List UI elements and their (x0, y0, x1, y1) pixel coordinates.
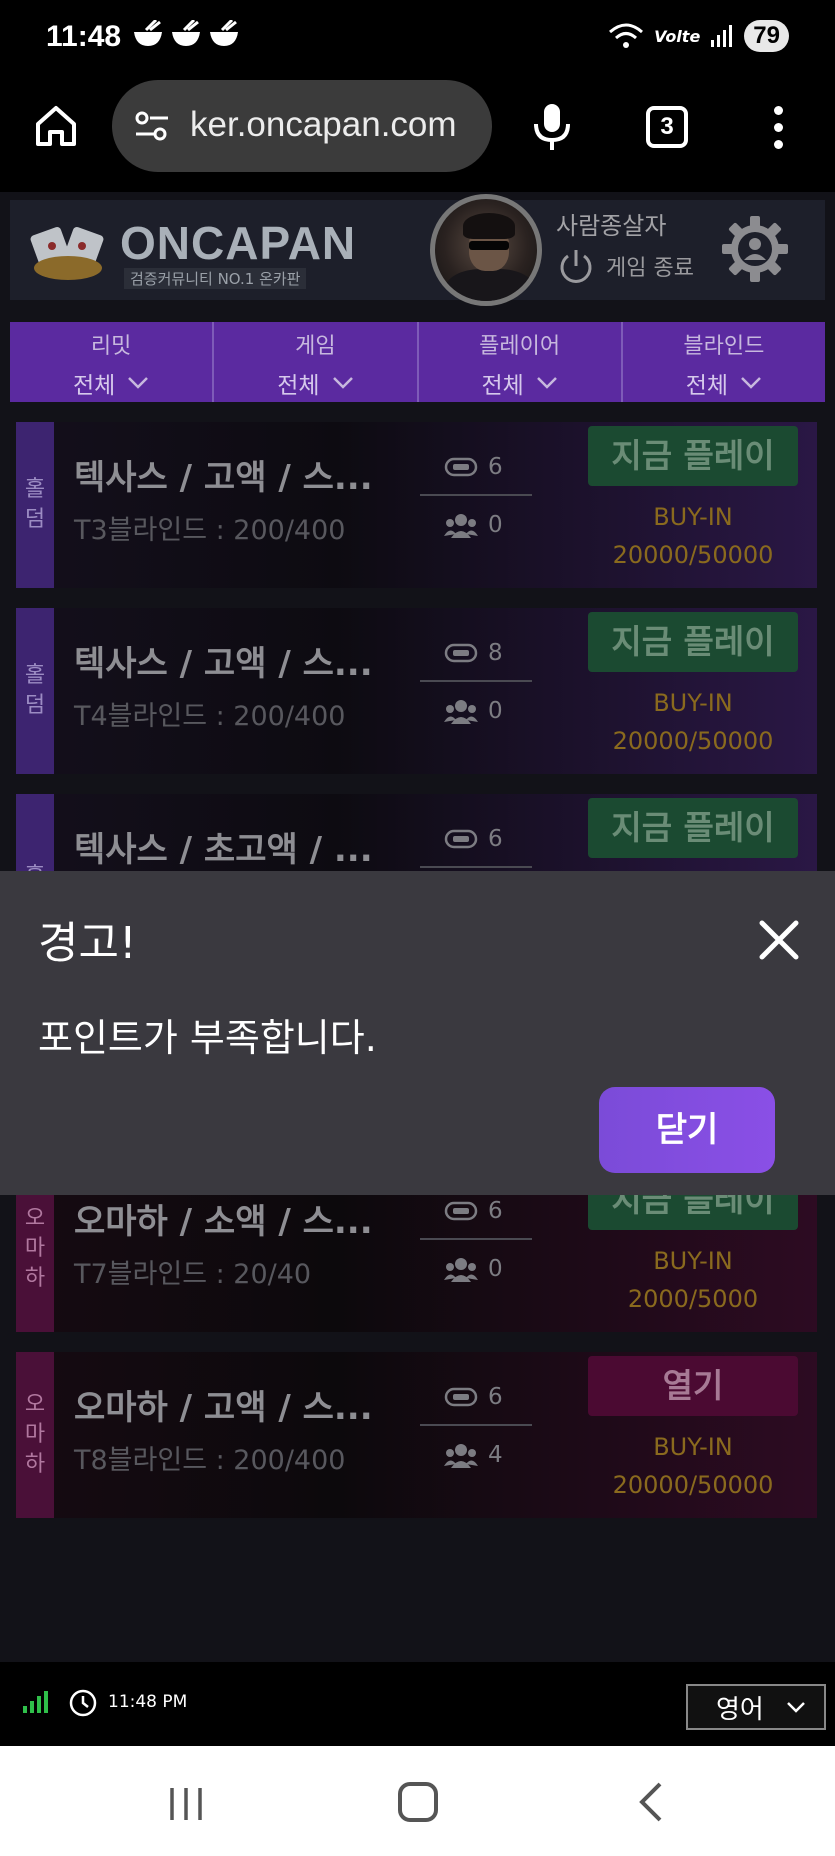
room-title: 오마하 / 소액 / 스... (74, 1202, 373, 1242)
chevron-down-icon (536, 377, 557, 389)
table-row[interactable]: 홀덤 텍사스 / 고액 / 스... T4블라인드 : 200/400 8 0 … (16, 608, 817, 774)
username: 사람종살자 (556, 212, 667, 240)
site-header: ONCAPAN 검증커뮤니티 NO.1 온카판 사람종살자 게임 종료 (10, 194, 825, 306)
clock-icon (69, 1689, 97, 1717)
alert-dialog: 경고! 포인트가 부족합니다. 닫기 (0, 871, 835, 1195)
room-title: 텍사스 / 고액 / 스... (74, 644, 373, 684)
logout-button[interactable]: 게임 종료 (556, 246, 694, 286)
cell-signal-icon (711, 25, 733, 47)
chevron-down-icon (786, 1702, 805, 1713)
buyin-info: BUY-IN 20000/50000 (612, 689, 774, 755)
chip-icon (444, 829, 478, 849)
back-icon[interactable] (638, 1782, 664, 1822)
status-time: 11:48 (46, 20, 122, 53)
gear-icon[interactable] (720, 214, 790, 284)
room-stats: 6 4 (420, 1380, 532, 1472)
play-now-button[interactable]: 지금 플레이 (588, 798, 798, 858)
site-logo[interactable]: ONCAPAN 검증커뮤니티 NO.1 온카판 (28, 216, 355, 289)
users-icon (444, 514, 478, 538)
room-title: 텍사스 / 고액 / 스... (74, 458, 373, 498)
more-menu-icon[interactable] (774, 106, 784, 157)
seat-count: 6 (488, 1384, 503, 1410)
room-stats: 8 0 (420, 636, 532, 728)
recent-apps-icon[interactable] (168, 1786, 204, 1822)
chip-icon (444, 1387, 478, 1407)
chevron-down-icon (741, 377, 761, 389)
site-footer: 11:48 PM 영어 (0, 1662, 835, 1746)
bowl-icon (134, 20, 162, 46)
dialog-message: 포인트가 부족합니다. (38, 1016, 377, 1060)
buyin-info: BUY-IN 20000/50000 (612, 503, 774, 569)
volte-indicator: Volte (654, 26, 701, 46)
footer-time: 11:48 PM (108, 1692, 188, 1712)
signal-bars-icon (23, 1691, 48, 1713)
home-nav-icon[interactable] (398, 1782, 438, 1822)
buyin-info: BUY-IN 2000/5000 (627, 1247, 759, 1313)
dialog-title: 경고! (38, 918, 137, 969)
player-count: 0 (488, 1256, 503, 1282)
bowl-icon (172, 20, 200, 46)
game-type-label: 홀덤 (16, 608, 54, 774)
users-icon (444, 1444, 478, 1468)
site-settings-icon[interactable] (132, 106, 172, 146)
status-bar: 11:48 Volte 79 (0, 0, 835, 78)
seat-count: 8 (488, 640, 503, 666)
address-bar[interactable]: ker.oncapan.com (112, 80, 492, 172)
language-select[interactable]: 영어 (686, 1684, 826, 1730)
system-nav-bar (0, 1746, 835, 1856)
home-icon[interactable] (32, 102, 80, 150)
table-row[interactable]: 홀덤 텍사스 / 고액 / 스... T3블라인드 : 200/400 6 0 … (16, 422, 817, 588)
seat-count: 6 (488, 454, 503, 480)
cards-logo-icon (30, 226, 104, 280)
room-blinds: T4블라인드 : 200/400 (74, 701, 346, 732)
seat-count: 6 (488, 1198, 503, 1224)
logo-tagline: 검증커뮤니티 NO.1 온카판 (124, 268, 307, 289)
room-blinds: T7블라인드 : 20/40 (74, 1259, 312, 1290)
chip-icon (444, 457, 478, 477)
game-type-label: 홀덤 (16, 422, 54, 588)
open-button[interactable]: 열기 (588, 1356, 798, 1416)
close-button[interactable]: 닫기 (599, 1087, 775, 1173)
play-now-button[interactable]: 지금 플레이 (588, 426, 798, 486)
close-icon[interactable] (756, 917, 802, 963)
logout-label: 게임 종료 (606, 256, 694, 281)
chip-icon (444, 1201, 478, 1221)
filter-bar: 리밋 전체 게임 전체 플레이어 전체 블라인드 전체 (10, 322, 825, 402)
game-type-label: 오마하 (16, 1352, 54, 1518)
room-title: 오마하 / 고액 / 스... (74, 1388, 373, 1428)
url-text[interactable]: ker.oncapan.com (190, 105, 480, 145)
filter-players[interactable]: 플레이어 전체 (419, 322, 623, 402)
player-count: 0 (488, 698, 503, 724)
room-blinds: T8블라인드 : 200/400 (74, 1445, 346, 1476)
notification-icons (132, 20, 240, 48)
filter-game[interactable]: 게임 전체 (214, 322, 419, 402)
battery-indicator: 79 (744, 20, 789, 52)
bowl-icon (210, 20, 238, 46)
room-stats: 6 0 (420, 450, 532, 542)
avatar[interactable] (430, 194, 542, 306)
logo-text: ONCAPAN (120, 217, 357, 269)
tab-switcher-button[interactable]: 3 (646, 106, 688, 148)
power-icon (560, 250, 592, 283)
chevron-down-icon (332, 377, 353, 389)
language-value: 영어 (716, 1694, 764, 1725)
filter-limit[interactable]: 리밋 전체 (10, 322, 215, 402)
seat-count: 6 (488, 826, 503, 852)
chevron-down-icon (128, 377, 149, 389)
table-row[interactable]: 오마하 오마하 / 고액 / 스... T8블라인드 : 200/400 6 4… (16, 1352, 817, 1518)
wifi-icon (609, 23, 644, 48)
users-icon (444, 700, 478, 724)
chip-icon (444, 643, 478, 663)
room-title: 텍사스 / 초고액 / ... (74, 830, 373, 870)
room-blinds: T3블라인드 : 200/400 (74, 515, 346, 546)
player-count: 0 (488, 512, 503, 538)
play-now-button[interactable]: 지금 플레이 (588, 612, 798, 672)
users-icon (444, 1258, 478, 1282)
microphone-icon[interactable] (530, 102, 574, 152)
buyin-info: BUY-IN 20000/50000 (612, 1433, 774, 1499)
filter-blinds[interactable]: 블라인드 전체 (623, 322, 825, 402)
player-count: 4 (488, 1442, 503, 1468)
room-stats: 6 0 (420, 1194, 532, 1286)
browser-toolbar: ker.oncapan.com 3 (0, 78, 835, 192)
